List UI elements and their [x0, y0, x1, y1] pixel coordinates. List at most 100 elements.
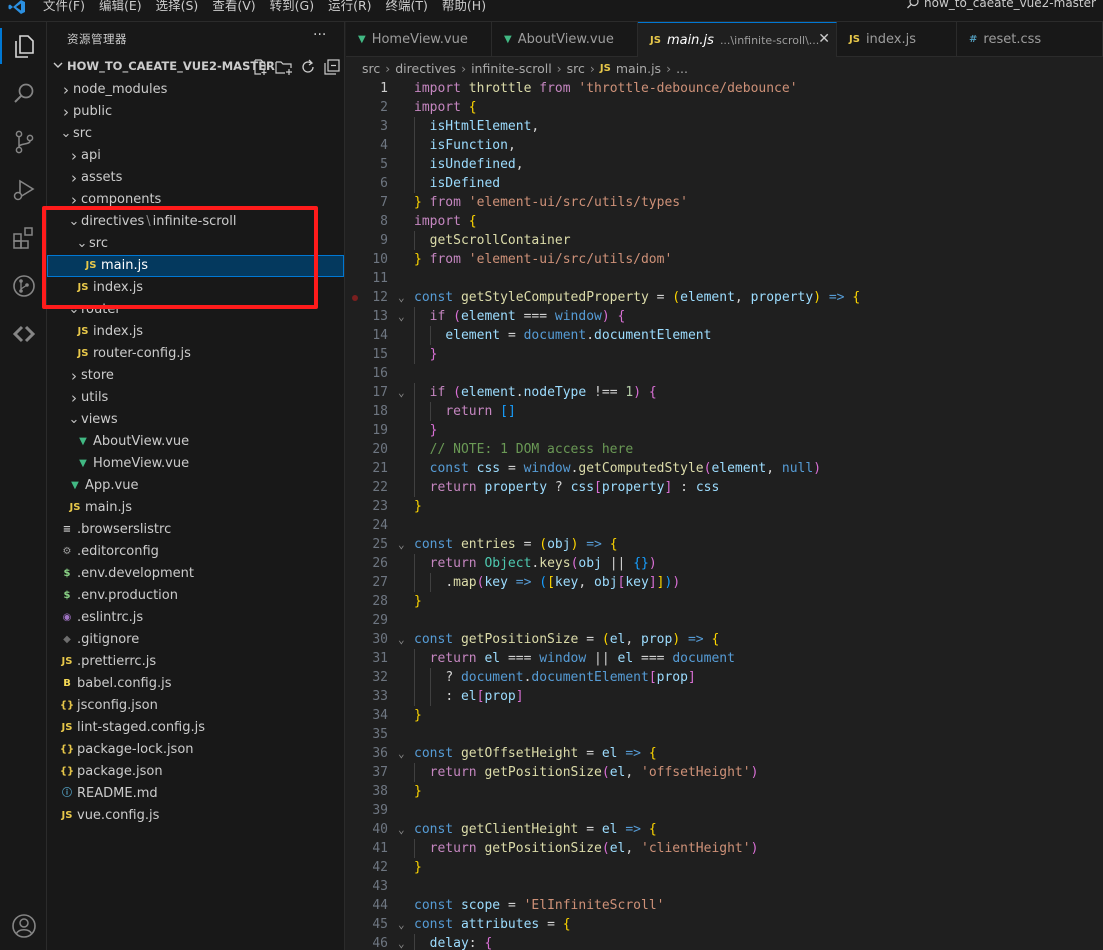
fold-chevron-icon[interactable]: ⌄ [398, 820, 405, 839]
code-line[interactable]: 24 [346, 516, 1103, 535]
code-line[interactable]: 8 import { [346, 212, 1103, 231]
explorer-icon[interactable] [0, 22, 47, 70]
tree-item[interactable]: $ .env.development [47, 563, 344, 585]
tree-item[interactable]: JS lint-staged.config.js [47, 717, 344, 739]
new-folder-icon[interactable] [275, 58, 293, 76]
source-control-icon[interactable] [0, 118, 47, 166]
tree-item[interactable]: ⚙ .editorconfig [47, 541, 344, 563]
tree-item[interactable]: › assets [47, 167, 344, 189]
tree-item[interactable]: › components [47, 189, 344, 211]
fold-chevron-icon[interactable]: ⌄ [398, 630, 405, 649]
tree-item[interactable]: › public [47, 101, 344, 123]
code-line[interactable]: 11 [346, 269, 1103, 288]
close-icon[interactable]: ✕ [818, 31, 830, 47]
code-line[interactable]: 35 [346, 725, 1103, 744]
tree-item[interactable]: ⌄ directives \ infinite-scroll [47, 211, 344, 233]
command-center-search[interactable]: how_to_caeate_vue2-master [906, 0, 1096, 10]
refresh-icon[interactable] [299, 58, 317, 76]
code-line[interactable]: 29 [346, 611, 1103, 630]
tab-aboutview[interactable]: ▼ AboutView.vue [492, 22, 638, 57]
tree-item[interactable]: ◆ .gitignore [47, 629, 344, 651]
code-line[interactable]: 34} [346, 706, 1103, 725]
code-line[interactable]: 21 const css = window.getComputedStyle(e… [346, 459, 1103, 478]
tree-item[interactable]: › store [47, 365, 344, 387]
code-line[interactable]: 12 ⌄ const getStyleComputedProperty = (ele… [346, 288, 1103, 307]
run-debug-icon[interactable] [0, 166, 47, 214]
tree-item[interactable]: ⌄ views [47, 409, 344, 431]
tab-reset-css[interactable]: # reset.css [957, 22, 1103, 57]
menu-edit[interactable]: 编辑(E) [99, 0, 142, 13]
breadcrumb-item[interactable]: ... [676, 61, 688, 76]
code-line[interactable]: 5 isUndefined, [346, 155, 1103, 174]
new-file-icon[interactable] [251, 58, 269, 76]
extensions-icon[interactable] [0, 214, 47, 262]
chevron-right-icon[interactable]: › [59, 101, 73, 123]
code-line[interactable]: 41 return getPositionSize(el, 'clientHei… [346, 839, 1103, 858]
code-line[interactable]: 40 ⌄ const getClientHeight = el => { [346, 820, 1103, 839]
tree-item[interactable]: {} jsconfig.json [47, 695, 344, 717]
code-line[interactable]: 2 import { [346, 98, 1103, 117]
menu-selection[interactable]: 选择(S) [156, 0, 199, 13]
code-line[interactable]: 44 const scope = 'ElInfiniteScroll' [346, 896, 1103, 915]
code-line[interactable]: 42} [346, 858, 1103, 877]
code-line[interactable]: 19 } [346, 421, 1103, 440]
chevron-right-icon[interactable]: › [67, 145, 81, 167]
menu-view[interactable]: 查看(V) [212, 0, 255, 13]
code-line[interactable]: 33 : el[prop] [346, 687, 1103, 706]
tab-main-js[interactable]: JS main.js ...\infinite-scroll\... ✕ [638, 22, 837, 57]
chevron-right-icon[interactable]: › [59, 79, 73, 101]
chevron-down-icon[interactable]: ⌄ [67, 299, 81, 321]
code-editor[interactable]: 1 import throttle from 'throttle-debounce… [346, 79, 1103, 950]
code-line[interactable]: 20 // NOTE: 1 DOM access here [346, 440, 1103, 459]
chevron-right-icon[interactable]: › [67, 365, 81, 387]
fold-chevron-icon[interactable]: ⌄ [398, 915, 405, 934]
code-line[interactable]: 10} from 'element-ui/src/utils/dom' [346, 250, 1103, 269]
chevron-down-icon[interactable]: ⌄ [75, 233, 89, 255]
more-actions-icon[interactable]: ··· [313, 27, 326, 43]
code-line[interactable]: 27 .map(key => ([key, obj[key]])) [346, 573, 1103, 592]
tree-item[interactable]: {} package.json [47, 761, 344, 783]
tree-item[interactable]: › api [47, 145, 344, 167]
code-line[interactable]: 15 } [346, 345, 1103, 364]
chevron-right-icon[interactable]: › [67, 167, 81, 189]
code-line[interactable]: 22 return property ? css[property] : css [346, 478, 1103, 497]
chevron-down-icon[interactable]: ⌄ [67, 409, 81, 431]
tree-item[interactable]: ◉ .eslintrc.js [47, 607, 344, 629]
search-icon[interactable] [0, 70, 47, 118]
fold-chevron-icon[interactable]: ⌄ [398, 383, 405, 402]
chevron-down-icon[interactable]: ⌄ [67, 211, 81, 233]
tree-item[interactable]: Bbabel.config.js [47, 673, 344, 695]
fold-chevron-icon[interactable]: ⌄ [398, 934, 405, 950]
tab-index-js[interactable]: JS index.js [837, 22, 957, 57]
chevron-down-icon[interactable]: ⌄ [59, 123, 73, 145]
remote-icon[interactable] [0, 310, 47, 358]
tree-item[interactable]: JS .prettierrc.js [47, 651, 344, 673]
breadcrumb-item[interactable]: directives [395, 61, 456, 76]
tab-homeview[interactable]: ▼ HomeView.vue [346, 22, 492, 57]
breadcrumb-item[interactable]: infinite-scroll [471, 61, 552, 76]
code-line[interactable]: 43 [346, 877, 1103, 896]
fold-chevron-icon[interactable]: ⌄ [398, 535, 405, 554]
code-line[interactable]: 23} [346, 497, 1103, 516]
tree-item[interactable]: ⌄ src [47, 123, 344, 145]
tree-item[interactable]: ⓘ README.md [47, 783, 344, 805]
code-line[interactable]: 7} from 'element-ui/src/utils/types' [346, 193, 1103, 212]
fold-chevron-icon[interactable]: ⌄ [398, 288, 405, 307]
tree-item[interactable]: ≡ .browserslistrc [47, 519, 344, 541]
tree-item[interactable]: {} package-lock.json [47, 739, 344, 761]
code-line[interactable]: 26 return Object.keys(obj || {}) [346, 554, 1103, 573]
code-line[interactable]: 16 [346, 364, 1103, 383]
tree-item[interactable]: › utils [47, 387, 344, 409]
tree-item[interactable]: ⌄ router [47, 299, 344, 321]
code-line[interactable]: 4 isFunction, [346, 136, 1103, 155]
menu-run[interactable]: 运行(R) [328, 0, 371, 13]
code-line[interactable]: 14 element = document.documentElement [346, 326, 1103, 345]
menu-file[interactable]: 文件(F) [43, 0, 85, 13]
project-header[interactable]: HOW_TO_CAEATE_VUE2-MASTER [47, 55, 344, 77]
code-line[interactable]: 45 ⌄ const attributes = { [346, 915, 1103, 934]
breadcrumb-item[interactable]: src [362, 61, 380, 76]
tree-item[interactable]: ▼ App.vue [47, 475, 344, 497]
code-line[interactable]: 9 getScrollContainer [346, 231, 1103, 250]
tree-item[interactable]: $ .env.production [47, 585, 344, 607]
fold-chevron-icon[interactable]: ⌄ [398, 307, 405, 326]
